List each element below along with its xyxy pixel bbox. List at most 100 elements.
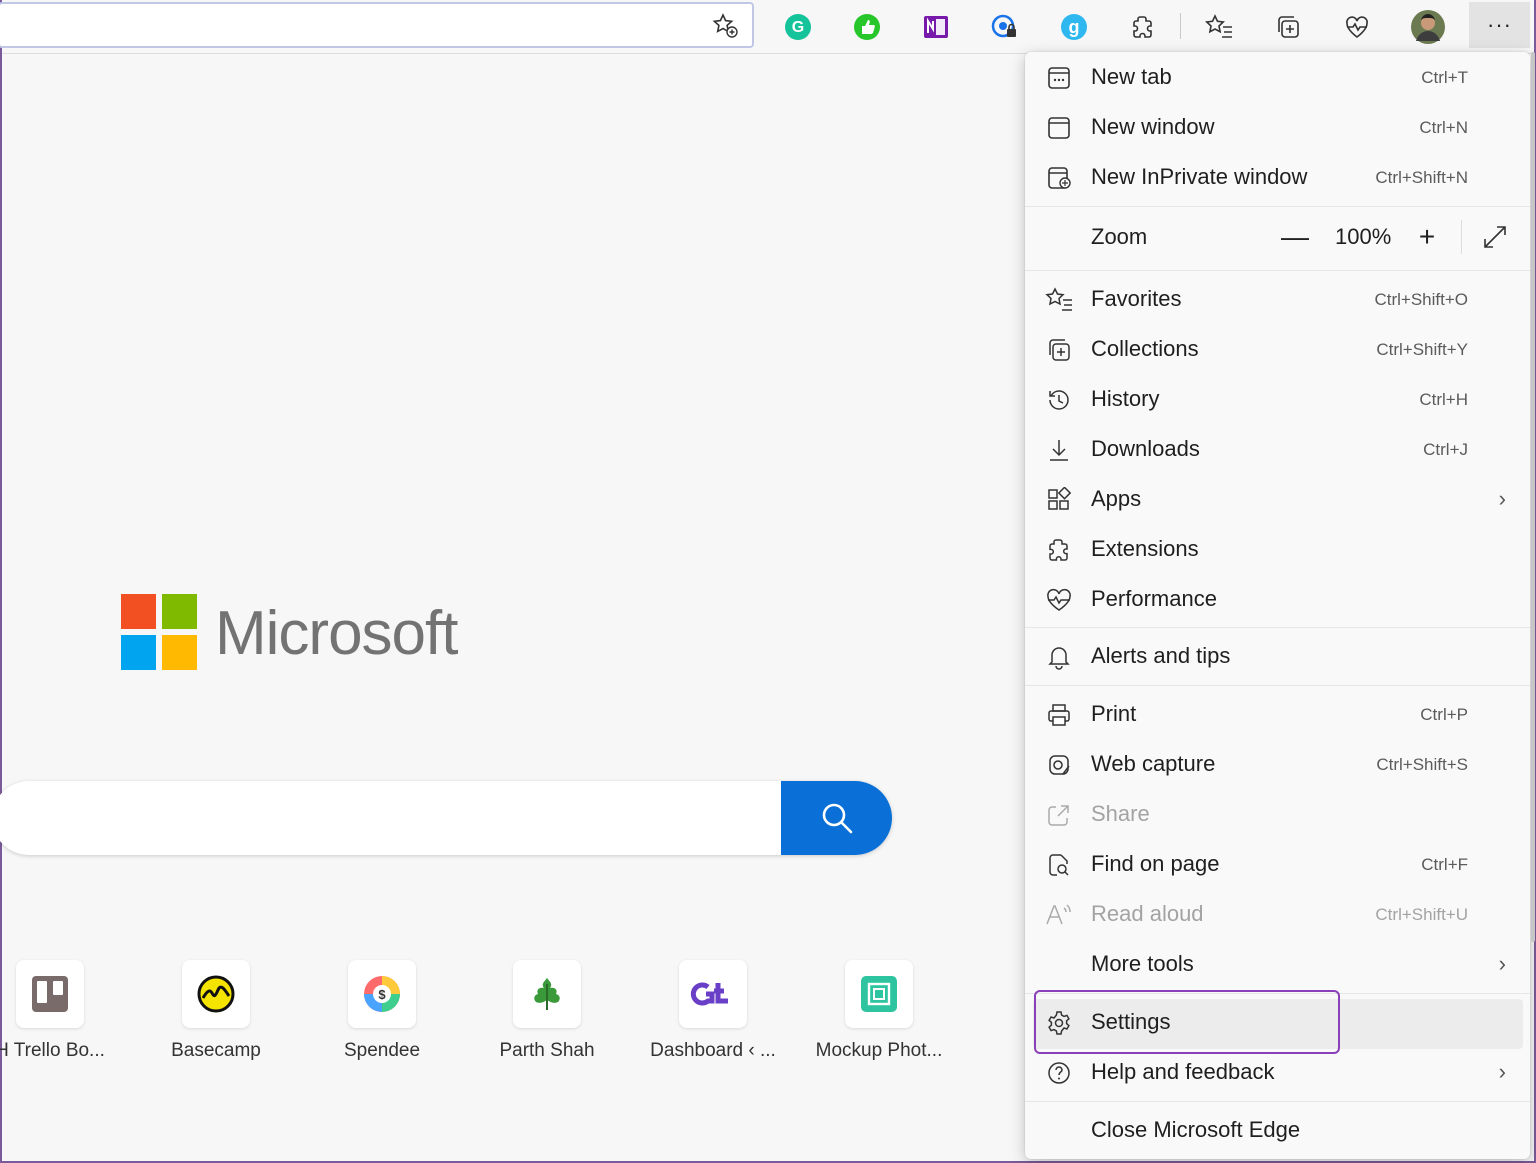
svg-text:$: $ xyxy=(378,987,386,1002)
menu-item-help-and-feedback[interactable]: Help and feedback › xyxy=(1025,1047,1530,1097)
menu-divider xyxy=(1025,206,1530,207)
web-capture-icon xyxy=(1045,751,1073,779)
search-icon xyxy=(822,803,852,834)
quick-link-parth-shah[interactable]: Parth Shah xyxy=(477,960,617,1070)
menu-item-extensions[interactable]: Extensions xyxy=(1025,524,1530,574)
menu-label: Favorites xyxy=(1091,286,1182,311)
search-button[interactable] xyxy=(781,781,892,855)
menu-item-new-tab[interactable]: New tab Ctrl+T xyxy=(1025,52,1530,102)
menu-item-downloads[interactable]: Downloads Ctrl+J xyxy=(1025,424,1530,474)
menu-item-favorites[interactable]: Favorites Ctrl+Shift+O xyxy=(1025,274,1530,324)
quick-link-trello[interactable]: H Trello Bo... xyxy=(0,960,120,1070)
tile-label: Spendee xyxy=(343,1040,421,1061)
menu-shortcut: Ctrl+Shift+Y xyxy=(1376,340,1468,359)
menu-item-new-inprivate-window[interactable]: New InPrivate window Ctrl+Shift+N xyxy=(1025,152,1530,202)
menu-shortcut: Ctrl+Shift+N xyxy=(1375,168,1468,187)
menu-item-performance[interactable]: Performance xyxy=(1025,574,1530,624)
menu-divider xyxy=(1025,685,1530,686)
menu-item-close-edge[interactable]: Close Microsoft Edge xyxy=(1025,1105,1530,1155)
menu-item-more-tools[interactable]: More tools › xyxy=(1025,939,1530,989)
tile-label: Mockup Phot... xyxy=(815,1040,943,1061)
performance-heart-icon[interactable] xyxy=(1337,7,1377,47)
collections-icon xyxy=(1045,336,1073,364)
menu-label: More tools xyxy=(1091,951,1194,976)
menu-label: Downloads xyxy=(1091,436,1200,461)
menu-item-zoom: Zoom — 100% + xyxy=(1025,212,1530,262)
new-tab-icon xyxy=(1045,64,1073,92)
zoom-in-button[interactable]: + xyxy=(1407,212,1447,262)
zoom-level: 100% xyxy=(1335,224,1392,249)
favorites-icon[interactable] xyxy=(1199,7,1239,47)
printer-icon xyxy=(1045,701,1073,729)
menu-divider xyxy=(1025,993,1530,994)
address-bar[interactable] xyxy=(0,2,754,48)
menu-shortcut: Ctrl+Shift+O xyxy=(1374,290,1468,309)
onenote-extension-icon[interactable] xyxy=(916,7,956,47)
share-icon xyxy=(1045,801,1073,829)
add-favorite-icon[interactable] xyxy=(710,11,740,41)
chevron-right-icon: › xyxy=(1498,1059,1506,1084)
menu-shortcut: Ctrl+T xyxy=(1421,68,1468,87)
history-icon xyxy=(1045,386,1073,414)
menu-label: Settings xyxy=(1091,1009,1171,1034)
menu-scrollbar[interactable] xyxy=(1531,52,1535,942)
profile-avatar[interactable] xyxy=(1408,7,1448,47)
zoom-out-button[interactable]: — xyxy=(1275,212,1315,262)
tile-label: Parth Shah xyxy=(499,1040,595,1061)
menu-item-read-aloud: Read aloud Ctrl+Shift+U xyxy=(1025,889,1530,939)
menu-label: Read aloud xyxy=(1091,901,1204,926)
extensions-icon xyxy=(1045,536,1073,564)
quick-link-spendee[interactable]: $ Spendee xyxy=(312,960,452,1070)
menu-item-print[interactable]: Print Ctrl+P xyxy=(1025,689,1530,739)
menu-item-find-on-page[interactable]: Find on page Ctrl+F xyxy=(1025,839,1530,889)
menu-shortcut: Ctrl+N xyxy=(1419,118,1468,137)
new-window-icon xyxy=(1045,114,1073,142)
menu-shortcut: Ctrl+J xyxy=(1423,440,1468,459)
basecamp-icon xyxy=(182,960,250,1028)
g-extension-icon[interactable]: g xyxy=(1054,7,1094,47)
mockup-icon xyxy=(845,960,913,1028)
menu-item-web-capture[interactable]: Web capture Ctrl+Shift+S xyxy=(1025,739,1530,789)
menu-label: Apps xyxy=(1091,486,1142,511)
quick-link-dashboard[interactable]: Dashboard ‹ ... xyxy=(643,960,783,1070)
expand-icon xyxy=(1484,226,1506,248)
thumbs-up-extension-icon[interactable] xyxy=(847,7,887,47)
trello-icon xyxy=(16,960,84,1028)
full-screen-button[interactable] xyxy=(1475,212,1515,262)
grammarly-extension-icon[interactable]: G xyxy=(778,7,818,47)
collections-icon[interactable] xyxy=(1268,7,1308,47)
menu-divider xyxy=(1025,627,1530,628)
menu-label: New window xyxy=(1091,114,1215,139)
quick-link-mockup[interactable]: Mockup Phot... xyxy=(809,960,949,1070)
menu-label: Web capture xyxy=(1091,751,1216,776)
password-manager-extension-icon[interactable] xyxy=(985,7,1025,47)
extensions-icon[interactable] xyxy=(1123,7,1163,47)
menu-label: New tab xyxy=(1091,64,1172,89)
favorites-icon xyxy=(1045,286,1073,314)
menu-item-new-window[interactable]: New window Ctrl+N xyxy=(1025,102,1530,152)
menu-shortcut: Ctrl+P xyxy=(1420,705,1468,724)
menu-label: Share xyxy=(1091,801,1150,826)
zoom-separator xyxy=(1461,220,1462,254)
menu-item-share: Share xyxy=(1025,789,1530,839)
web-search-box[interactable] xyxy=(0,781,892,855)
spendee-icon: $ xyxy=(348,960,416,1028)
find-on-page-icon xyxy=(1045,851,1073,879)
menu-label: Collections xyxy=(1091,336,1199,361)
menu-item-apps[interactable]: Apps › xyxy=(1025,474,1530,524)
menu-item-history[interactable]: History Ctrl+H xyxy=(1025,374,1530,424)
menu-label: Print xyxy=(1091,701,1137,726)
quick-link-basecamp[interactable]: Basecamp xyxy=(146,960,286,1070)
menu-label: Performance xyxy=(1091,586,1217,611)
download-icon xyxy=(1045,436,1073,464)
parth-shah-leaf-icon xyxy=(513,960,581,1028)
menu-item-settings[interactable]: Settings xyxy=(1025,997,1530,1047)
menu-item-alerts-and-tips[interactable]: Alerts and tips xyxy=(1025,631,1530,681)
settings-and-more-button[interactable]: ··· xyxy=(1469,2,1530,48)
menu-label: Alerts and tips xyxy=(1091,643,1231,668)
menu-item-collections[interactable]: Collections Ctrl+Shift+Y xyxy=(1025,324,1530,374)
menu-label: Close Microsoft Edge xyxy=(1091,1117,1301,1142)
menu-shortcut: Ctrl+Shift+U xyxy=(1375,905,1468,924)
menu-label: New InPrivate window xyxy=(1091,164,1308,189)
menu-label: Zoom xyxy=(1091,224,1148,249)
